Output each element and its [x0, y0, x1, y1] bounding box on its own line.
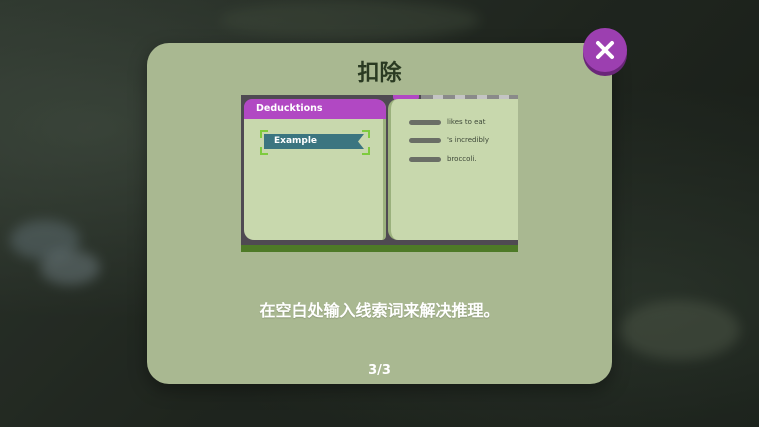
selection-corner: [260, 147, 268, 155]
clue-blank: [409, 137, 441, 143]
clue-blank: [409, 156, 441, 162]
close-x-icon: [596, 41, 614, 59]
clue-line: likes to eat: [409, 118, 485, 126]
book-right-page: likes to eat 's incredibly broccoli.: [388, 99, 518, 240]
book-cover-edge: [241, 245, 518, 252]
selection-corner: [362, 130, 370, 138]
clue-blank: [409, 119, 441, 125]
instruction-text: 在空白处输入线索词来解决推理。: [259, 301, 500, 320]
selection-corner: [260, 130, 268, 138]
clue-text: broccoli.: [447, 155, 477, 163]
page-indicator: 3/3: [368, 363, 391, 378]
deductions-book-illustration: Example Deducktions likes to eat 's incr…: [241, 95, 518, 252]
close-button[interactable]: [583, 28, 627, 72]
clue-line: 's incredibly: [409, 136, 489, 144]
tutorial-dialog: 扣除 Example Deducktions likes to eat 's i…: [147, 43, 612, 384]
clue-text: likes to eat: [447, 118, 486, 126]
selection-corner: [362, 147, 370, 155]
clue-text: 's incredibly: [447, 136, 489, 144]
clue-line: broccoli.: [409, 155, 477, 163]
book-left-page: Example: [244, 100, 386, 240]
deductions-tab: Deducktions: [244, 99, 386, 119]
example-tag: Example: [264, 134, 364, 149]
dialog-title: 扣除: [357, 61, 402, 86]
